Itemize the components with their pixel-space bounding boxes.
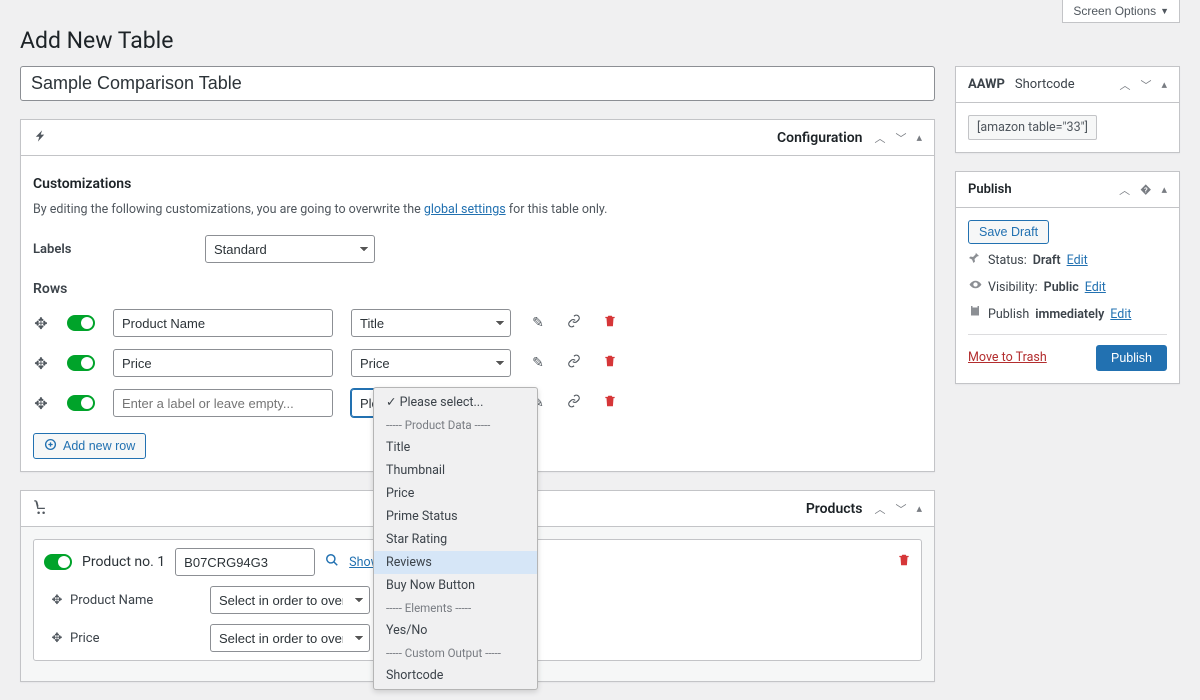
product-item-title: Product no. 1 <box>82 554 165 570</box>
pencil-icon[interactable]: ✎ <box>529 315 547 331</box>
row-toggle[interactable] <box>67 315 95 331</box>
pencil-icon[interactable]: ✎ <box>529 355 547 371</box>
drag-handle-icon[interactable]: ✥ <box>33 314 49 333</box>
row-label-input[interactable] <box>113 389 333 417</box>
eye-icon <box>968 278 982 297</box>
labels-select[interactable]: Standard <box>205 235 375 263</box>
link-icon[interactable] <box>565 394 583 412</box>
product-detail-label: Product Name <box>70 593 210 608</box>
product-detail-label: Price <box>70 631 210 646</box>
dropdown-group-label: ----- Elements ----- <box>374 597 537 619</box>
move-down-icon[interactable]: ﹀ <box>1140 77 1151 93</box>
row-label-input[interactable] <box>113 349 333 377</box>
row-label-input[interactable] <box>113 309 333 337</box>
move-to-trash-link[interactable]: Move to Trash <box>968 350 1047 365</box>
dropdown-option[interactable]: Buy Now Button <box>374 574 537 597</box>
dropdown-option[interactable]: Thumbnail <box>374 459 537 482</box>
cart-icon <box>33 499 48 518</box>
row-entry: ✥ Price ✎ <box>33 349 922 377</box>
row-toggle[interactable] <box>67 355 95 371</box>
product-asin-input[interactable] <box>175 548 315 576</box>
trash-icon[interactable] <box>601 354 619 372</box>
visibility-value: Public <box>1044 279 1079 297</box>
dropdown-option[interactable]: Price <box>374 482 537 505</box>
move-up-icon[interactable]: ︿ <box>1119 77 1130 93</box>
rows-heading: Rows <box>33 281 922 297</box>
tab-aawp[interactable]: AAWP <box>968 77 1005 92</box>
dropdown-option[interactable]: Star Rating <box>374 528 537 551</box>
move-up-icon[interactable]: ︿ <box>874 501 885 517</box>
publish-box: Publish ︿ � ▴ Save Draft Status: Draft <box>955 171 1180 384</box>
row-entry: ✥ Title ✎ <box>33 309 922 337</box>
publish-box-title: Publish <box>968 182 1012 197</box>
add-row-label: Add new row <box>63 439 135 453</box>
add-new-row-button[interactable]: Add new row <box>33 433 146 459</box>
product-detail-select[interactable]: Select in order to overwrite... <box>210 624 370 652</box>
publish-button[interactable]: Publish <box>1096 345 1167 371</box>
move-down-icon[interactable]: ﹀ <box>895 501 906 517</box>
toggle-box-icon[interactable]: ▴ <box>1161 78 1167 91</box>
row-type-select[interactable]: Title <box>351 309 511 337</box>
dropdown-option[interactable]: Shortcode <box>374 664 537 687</box>
screen-options-label: Screen Options <box>1073 4 1156 18</box>
dropdown-option[interactable]: Title <box>374 436 537 459</box>
publish-time-value: immediately <box>1035 306 1104 324</box>
move-up-icon[interactable]: ︿ <box>1119 182 1130 198</box>
drag-handle-icon[interactable]: ✥ <box>44 593 70 608</box>
move-up-icon[interactable]: ︿ <box>874 130 885 146</box>
dropdown-group-label: ----- Custom Output ----- <box>374 642 537 664</box>
dropdown-option[interactable]: Yes/No <box>374 619 537 642</box>
trash-icon[interactable] <box>601 394 619 412</box>
configuration-box: Configuration ︿ ﹀ ▴ Customizations By ed… <box>20 119 935 472</box>
screen-options-button[interactable]: Screen Options ▼ <box>1062 0 1180 23</box>
move-down-icon[interactable]: ﹀ <box>895 130 906 146</box>
chevron-down-icon: ▼ <box>1160 6 1169 16</box>
edit-schedule-link[interactable]: Edit <box>1110 306 1131 324</box>
customizations-heading: Customizations <box>33 176 922 192</box>
drag-handle-icon[interactable]: ✥ <box>33 354 49 373</box>
status-value: Draft <box>1033 252 1061 270</box>
trash-icon[interactable] <box>601 314 619 332</box>
plug-icon <box>33 129 47 147</box>
link-icon[interactable] <box>565 314 583 332</box>
shortcode-display[interactable]: [amazon table="33"] <box>968 115 1097 140</box>
drag-handle-icon[interactable]: ✥ <box>33 394 49 413</box>
link-icon[interactable] <box>565 354 583 372</box>
drag-handle-icon[interactable]: ✥ <box>44 631 70 646</box>
edit-visibility-link[interactable]: Edit <box>1085 279 1106 297</box>
customizations-help: By editing the following customizations,… <box>33 202 922 217</box>
toggle-box-icon[interactable]: ▴ <box>916 502 922 515</box>
product-toggle[interactable] <box>44 554 72 570</box>
edit-status-link[interactable]: Edit <box>1067 252 1088 270</box>
dropdown-option[interactable]: Please select... <box>374 390 537 414</box>
page-title: Add New Table <box>20 27 1180 54</box>
product-detail-select[interactable]: Select in order to overwrite... <box>210 586 370 614</box>
save-draft-button[interactable]: Save Draft <box>968 220 1049 244</box>
toggle-box-icon[interactable]: ▴ <box>1161 183 1167 196</box>
move-down-icon[interactable]: � <box>1140 183 1151 196</box>
labels-label: Labels <box>33 242 193 257</box>
products-box-title: Products <box>806 501 863 517</box>
aawp-box: AAWP Shortcode ︿ ﹀ ▴ [amazon table="33"] <box>955 66 1180 153</box>
row-entry: ✥ Please select... ✎ Please <box>33 389 922 417</box>
row-toggle[interactable] <box>67 395 95 411</box>
global-settings-link[interactable]: global settings <box>424 202 506 217</box>
plus-circle-icon <box>44 438 57 454</box>
row-type-select[interactable]: Price <box>351 349 511 377</box>
dropdown-option[interactable]: Reviews <box>374 551 537 574</box>
toggle-box-icon[interactable]: ▴ <box>916 131 922 144</box>
search-icon[interactable] <box>325 553 339 571</box>
calendar-icon <box>968 305 982 323</box>
dropdown-group-label: ----- Product Data ----- <box>374 414 537 436</box>
trash-icon[interactable] <box>897 553 911 571</box>
pin-icon <box>968 252 982 270</box>
tab-shortcode[interactable]: Shortcode <box>1015 77 1075 92</box>
dropdown-option[interactable]: Prime Status <box>374 505 537 528</box>
table-title-input[interactable] <box>20 66 935 101</box>
row-type-dropdown: Please select... ----- Product Data ----… <box>373 387 538 690</box>
configuration-box-title: Configuration <box>777 130 862 146</box>
